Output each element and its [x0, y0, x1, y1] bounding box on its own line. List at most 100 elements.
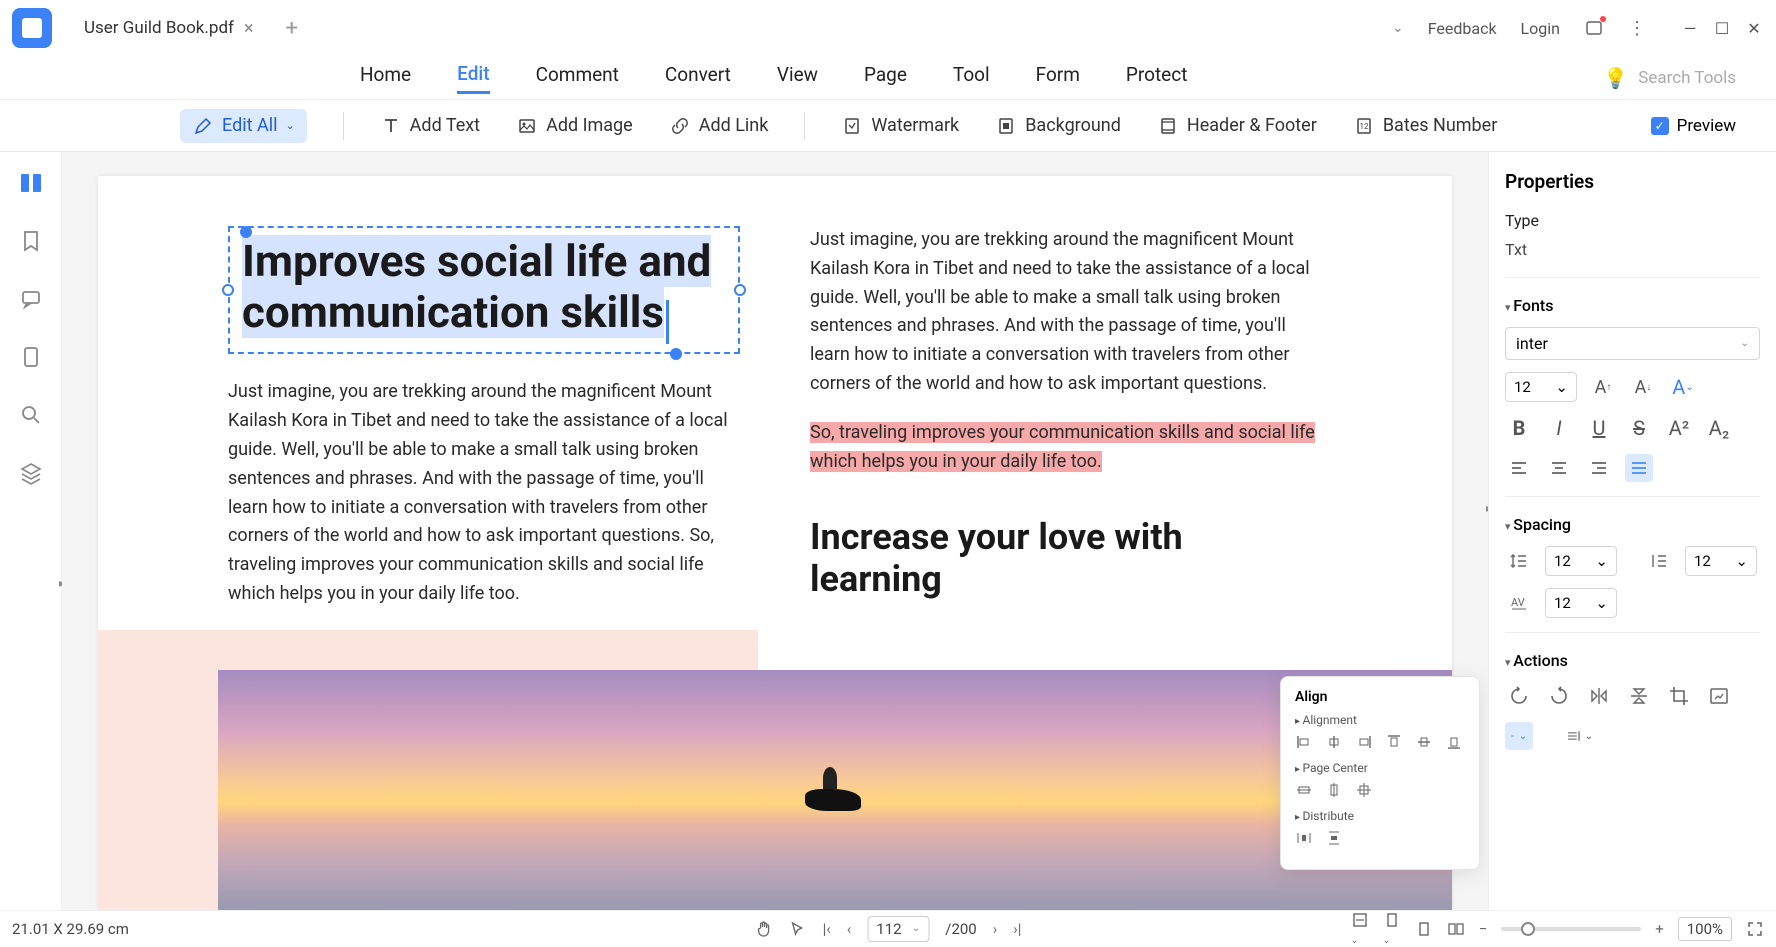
- comment-icon[interactable]: [16, 284, 46, 314]
- resize-handle[interactable]: [222, 284, 234, 296]
- highlighted-paragraph[interactable]: So, traveling improves your communicatio…: [810, 419, 1322, 477]
- italic-icon[interactable]: I: [1545, 414, 1573, 442]
- center-both-icon[interactable]: [1355, 781, 1373, 799]
- add-text-button[interactable]: Add Text: [380, 115, 480, 137]
- strikethrough-icon[interactable]: S: [1625, 414, 1653, 442]
- align-center-h-icon[interactable]: [1325, 733, 1343, 751]
- align-middle-icon[interactable]: [1415, 733, 1433, 751]
- close-tab-icon[interactable]: ×: [244, 18, 254, 39]
- center-vertical-icon[interactable]: [1325, 781, 1343, 799]
- login-link[interactable]: Login: [1521, 19, 1560, 38]
- tab-view[interactable]: View: [777, 63, 818, 92]
- page-image[interactable]: [98, 630, 1452, 910]
- align-top-icon[interactable]: [1385, 733, 1403, 751]
- two-page-icon[interactable]: [1447, 920, 1465, 938]
- zoom-in-icon[interactable]: +: [1655, 920, 1664, 938]
- distribute-v-icon[interactable]: [1325, 829, 1343, 847]
- select-tool-icon[interactable]: [789, 920, 807, 938]
- align-bottom-icon[interactable]: [1445, 733, 1463, 751]
- hand-tool-icon[interactable]: [755, 920, 773, 938]
- tab-comment[interactable]: Comment: [536, 63, 619, 92]
- attachment-icon[interactable]: [16, 342, 46, 372]
- add-image-button[interactable]: Add Image: [516, 115, 633, 137]
- header-footer-button[interactable]: Header & Footer: [1157, 115, 1317, 137]
- page-number-input[interactable]: 112⌄: [867, 916, 929, 942]
- bates-number-button[interactable]: 12 Bates Number: [1353, 115, 1498, 137]
- document-tab[interactable]: User Guild Book.pdf ×: [72, 10, 266, 47]
- rotate-right-icon[interactable]: [1545, 682, 1573, 710]
- notification-icon[interactable]: [1584, 18, 1604, 38]
- minimize-icon[interactable]: —: [1680, 18, 1700, 38]
- tab-home[interactable]: Home: [360, 63, 411, 92]
- app-logo[interactable]: [12, 8, 52, 48]
- heading-text[interactable]: Improves social life and communication s…: [242, 235, 711, 338]
- search-icon[interactable]: [16, 400, 46, 430]
- heading-text[interactable]: Increase your love with learning: [810, 516, 1322, 600]
- align-left-icon[interactable]: [1295, 733, 1313, 751]
- layers-icon[interactable]: [16, 458, 46, 488]
- align-right-icon[interactable]: [1355, 733, 1373, 751]
- spacing-select-2[interactable]: 12⌄: [1685, 546, 1757, 576]
- zoom-out-icon[interactable]: −: [1479, 920, 1488, 938]
- feedback-link[interactable]: Feedback: [1428, 19, 1497, 38]
- font-family-select[interactable]: inter⌄: [1505, 327, 1760, 360]
- next-page-icon[interactable]: ›: [993, 920, 998, 938]
- align-right-icon[interactable]: [1585, 454, 1613, 482]
- increase-font-icon[interactable]: A↑: [1589, 373, 1617, 401]
- resize-handle[interactable]: [240, 226, 252, 238]
- fonts-section[interactable]: Fonts: [1505, 296, 1760, 315]
- prev-page-icon[interactable]: ‹: [847, 920, 852, 938]
- align-left-icon[interactable]: [1505, 454, 1533, 482]
- align-center-icon[interactable]: [1545, 454, 1573, 482]
- single-page-icon[interactable]: [1415, 920, 1433, 938]
- crop-icon[interactable]: [1665, 682, 1693, 710]
- background-button[interactable]: Background: [995, 115, 1121, 137]
- spacing-section[interactable]: Spacing: [1505, 515, 1760, 534]
- spacing-select-3[interactable]: 12⌄: [1545, 588, 1617, 618]
- underline-icon[interactable]: U: [1585, 414, 1613, 442]
- tab-convert[interactable]: Convert: [665, 63, 731, 92]
- spacing-select-1[interactable]: 12⌄: [1545, 546, 1617, 576]
- tab-protect[interactable]: Protect: [1126, 63, 1188, 92]
- search-tools-input[interactable]: Search Tools: [1638, 68, 1736, 88]
- list-right-icon[interactable]: ⌄: [1565, 722, 1593, 750]
- tab-edit[interactable]: Edit: [457, 62, 489, 94]
- body-paragraph[interactable]: Just imagine, you are trekking around th…: [228, 378, 740, 608]
- flip-vertical-icon[interactable]: [1625, 682, 1653, 710]
- watermark-button[interactable]: Watermark: [841, 115, 959, 137]
- tab-form[interactable]: Form: [1036, 63, 1080, 92]
- superscript-icon[interactable]: A²: [1665, 414, 1693, 442]
- zoom-value[interactable]: 100%: [1678, 917, 1732, 941]
- bookmark-icon[interactable]: [16, 226, 46, 256]
- thumbnails-icon[interactable]: [16, 168, 46, 198]
- body-paragraph[interactable]: Just imagine, you are trekking around th…: [810, 226, 1322, 399]
- last-page-icon[interactable]: ›|: [1013, 920, 1021, 938]
- decrease-font-icon[interactable]: A↓: [1629, 373, 1657, 401]
- distribute-h-icon[interactable]: [1295, 829, 1313, 847]
- flip-horizontal-icon[interactable]: [1585, 682, 1613, 710]
- font-size-select[interactable]: 12⌄: [1505, 372, 1577, 402]
- first-page-icon[interactable]: |‹: [823, 920, 831, 938]
- fit-page-icon[interactable]: ⌄: [1383, 911, 1401, 947]
- center-horizontal-icon[interactable]: [1295, 781, 1313, 799]
- fullscreen-icon[interactable]: [1746, 920, 1764, 938]
- bold-icon[interactable]: B: [1505, 414, 1533, 442]
- add-link-button[interactable]: Add Link: [669, 115, 769, 137]
- actions-section[interactable]: Actions: [1505, 651, 1760, 670]
- edit-all-button[interactable]: Edit All ⌄: [180, 109, 307, 143]
- chevron-down-icon[interactable]: ⌄: [1392, 20, 1404, 36]
- list-left-icon[interactable]: ⌄: [1505, 722, 1533, 750]
- align-justify-icon[interactable]: [1625, 454, 1653, 482]
- selected-text-box[interactable]: Improves social life and communication s…: [228, 226, 740, 354]
- tab-page[interactable]: Page: [864, 63, 907, 92]
- rotate-left-icon[interactable]: [1505, 682, 1533, 710]
- kebab-menu-icon[interactable]: ⋮: [1628, 18, 1646, 39]
- close-window-icon[interactable]: ✕: [1744, 18, 1764, 38]
- resize-handle[interactable]: [734, 284, 746, 296]
- tab-tool[interactable]: Tool: [953, 63, 990, 92]
- add-tab-icon[interactable]: +: [286, 16, 298, 41]
- replace-image-icon[interactable]: [1705, 682, 1733, 710]
- document-canvas[interactable]: Improves social life and communication s…: [62, 152, 1488, 910]
- fit-width-icon[interactable]: ⌄: [1351, 911, 1369, 947]
- subscript-icon[interactable]: A₂: [1705, 414, 1733, 442]
